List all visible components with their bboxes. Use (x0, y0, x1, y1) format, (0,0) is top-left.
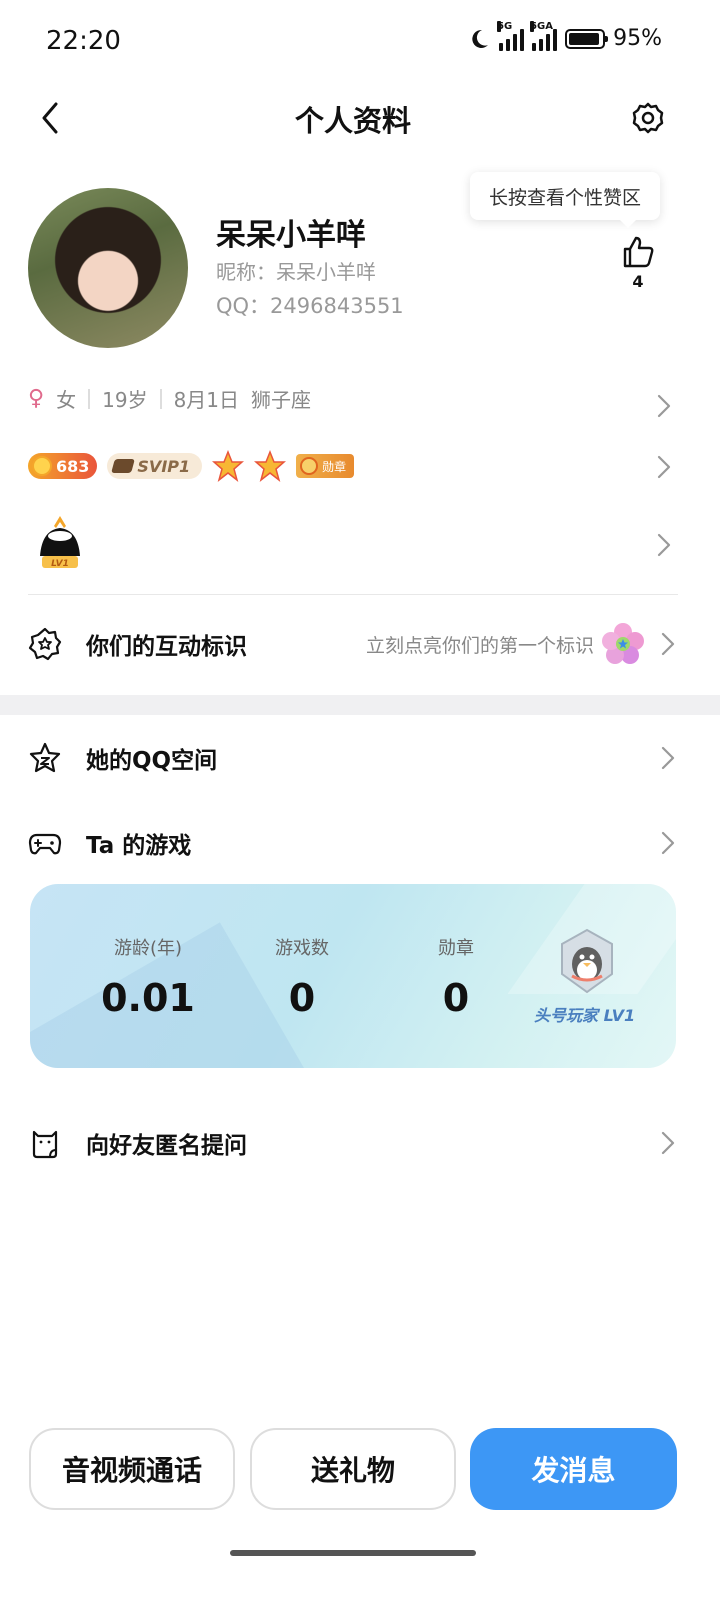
chevron-right-icon (661, 1131, 675, 1155)
cat-bag-icon (32, 1130, 58, 1159)
send-message-button[interactable]: 发消息 (470, 1428, 677, 1510)
gear-icon (632, 102, 664, 134)
qq-number[interactable]: QQ：2496843551 (216, 290, 404, 320)
badge-star-icon (28, 627, 62, 661)
av-call-button[interactable]: 音视频通话 (29, 1428, 235, 1510)
chevron-right-icon (661, 831, 675, 855)
stat-label: 游龄(年) (113, 938, 183, 959)
separator (159, 388, 162, 409)
game-stat: 勋章 0 (376, 934, 536, 1020)
game-level-label: LV1 (51, 559, 69, 569)
penguin-rank-icon (561, 928, 613, 994)
display-name: 呆呆小羊咩 (216, 218, 366, 253)
game-level-badge[interactable]: LV1 (36, 514, 84, 570)
stat-label: 勋章 (438, 938, 474, 959)
chevron-right-icon[interactable] (654, 392, 674, 420)
status-time: 22:20 (46, 26, 121, 56)
qzone-label: 她的QQ空间 (86, 748, 218, 774)
games-label: Ta 的游戏 (86, 833, 192, 859)
game-stat: 游龄(年) 0.01 (68, 934, 228, 1020)
page-title: 个人资料 (294, 104, 411, 138)
coin-icon (32, 456, 52, 476)
status-indicators: 5G 5GA 95% (467, 20, 662, 51)
rank-label: 头号玩家 LV1 (534, 1006, 636, 1025)
divider (28, 594, 678, 595)
medal-badge: 勋章 (296, 454, 355, 478)
qzone-row[interactable]: 她的QQ空间 (28, 728, 678, 788)
interaction-marks-row[interactable]: 你们的互动标识 立刻点亮你们的第一个标识 (28, 614, 678, 674)
games-row[interactable]: Ta 的游戏 (28, 813, 678, 873)
battery-fill (569, 32, 600, 45)
gender: 女 (56, 388, 77, 412)
age: 19岁 (102, 388, 148, 412)
signal-5ga-icon: 5GA (530, 20, 558, 51)
crown-icon (111, 459, 136, 473)
like-count: 4 (632, 272, 644, 291)
battery-percent: 95% (613, 26, 662, 51)
stat-value: 0 (288, 976, 316, 1020)
medal-label: 勋章 (322, 459, 347, 474)
flower-icon (602, 623, 644, 664)
network-label-1: 5G (497, 20, 513, 32)
chevron-right-icon (661, 632, 675, 656)
birthday: 8月1日 (173, 388, 240, 412)
female-icon: ♀ (28, 386, 45, 411)
home-indicator[interactable] (230, 1550, 476, 1556)
anonymous-question-label: 向好友匿名提问 (86, 1133, 247, 1159)
chevron-right-icon (661, 746, 675, 770)
stat-value: 0.01 (101, 976, 195, 1020)
svip-badge: SVIP1 (107, 453, 203, 479)
star-icon (254, 450, 287, 482)
qq-level-badge: 683 (28, 453, 98, 479)
star-outline-icon (29, 742, 61, 773)
send-gift-button[interactable]: 送礼物 (250, 1428, 456, 1510)
network-label-2: 5GA (530, 20, 553, 32)
basic-info-row[interactable]: ♀ 女 19岁 8月1日 狮子座 (28, 384, 311, 413)
nickname: 昵称：呆呆小羊咩 (216, 260, 376, 284)
star-icon (212, 450, 245, 482)
qq-level: 683 (56, 456, 90, 476)
chevron-right-icon[interactable] (654, 531, 674, 559)
section-divider (0, 695, 720, 715)
game-stat: 游戏数 0 (222, 934, 382, 1020)
interaction-marks-hint: 立刻点亮你们的第一个标识 (365, 634, 594, 657)
zodiac: 狮子座 (251, 388, 312, 412)
stat-label: 游戏数 (275, 938, 329, 959)
game-stats-card[interactable]: 游龄(年) 0.01 游戏数 0 勋章 0 头号玩家 LV1 (30, 884, 676, 1068)
chevron-right-icon[interactable] (654, 453, 674, 481)
like-button[interactable] (620, 234, 656, 270)
anonymous-question-row[interactable]: 向好友匿名提问 (28, 1113, 678, 1173)
signal-5g-icon: 5G (497, 20, 525, 51)
thumbs-up-icon (623, 236, 654, 268)
tooltip-text: 长按查看个性赞区 (488, 186, 641, 209)
settings-button[interactable] (628, 98, 668, 138)
svip-label: SVIP1 (137, 456, 191, 476)
separator (88, 388, 91, 409)
battery-icon (565, 28, 609, 49)
like-tooltip: 长按查看个性赞区 (470, 172, 660, 228)
gamepad-icon (28, 833, 62, 855)
flame-badge-icon: LV1 (40, 516, 80, 569)
stat-value: 0 (442, 976, 470, 1020)
interaction-marks-label: 你们的互动标识 (86, 634, 247, 660)
avatar[interactable] (28, 188, 188, 348)
badge-row[interactable]: 683 SVIP1 勋章 (28, 450, 355, 482)
moon-icon (472, 29, 489, 48)
medal-icon (300, 457, 319, 475)
